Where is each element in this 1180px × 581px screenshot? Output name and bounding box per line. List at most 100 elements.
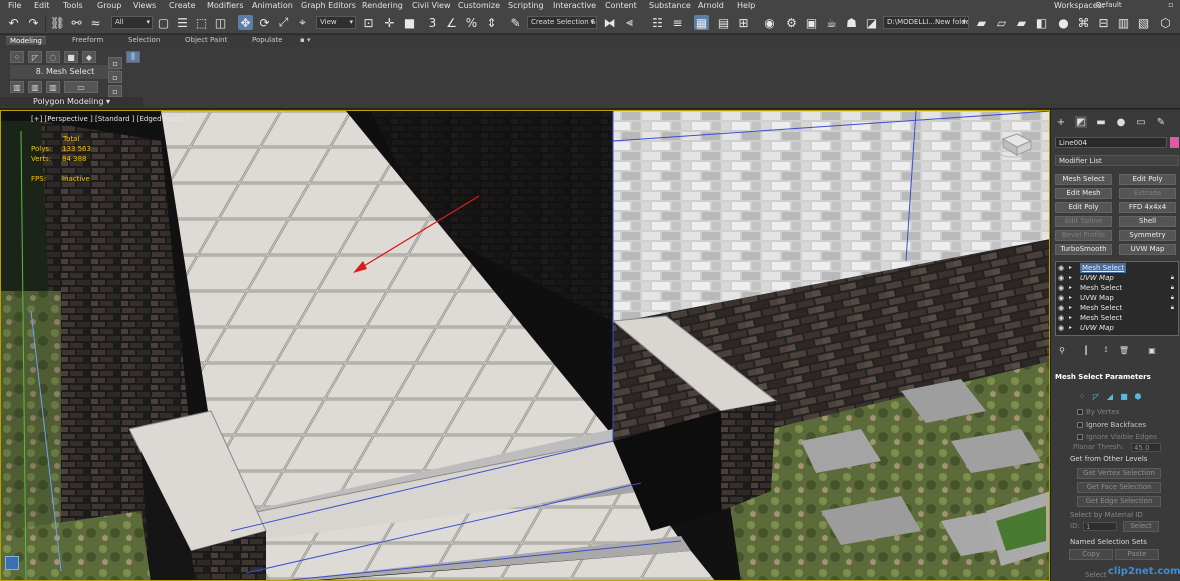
select-move-icon[interactable]: ✥ [238, 15, 253, 30]
tab-object-paint[interactable]: Object Paint [185, 36, 227, 44]
modifier-stack-label[interactable]: 8. Mesh Select [10, 65, 120, 79]
select-manipulate-icon[interactable]: ✛ [382, 15, 397, 30]
element-select-icon[interactable]: ⬢ [1133, 391, 1143, 401]
modifier-list-dropdown[interactable]: Modifier List [1055, 155, 1179, 166]
make-unique-icon[interactable]: ⟟ [1101, 345, 1111, 355]
mod-btn-edit-spline[interactable]: Edit Spline [1055, 216, 1112, 227]
ribbon-side-c-icon[interactable]: ▫ [108, 85, 122, 97]
render-setup-icon[interactable]: ⚙ [784, 15, 799, 30]
redo-icon[interactable]: ↷ [26, 15, 41, 30]
mod-btn-turbosmooth[interactable]: TurboSmooth [1055, 244, 1112, 255]
material-id-field[interactable]: 1 [1083, 522, 1117, 531]
element-mode-icon[interactable]: ◆ [82, 51, 96, 63]
eye-icon[interactable]: ◉ [1058, 283, 1064, 293]
expand-arrow-icon[interactable]: ▸ [1069, 263, 1072, 273]
select-scale-icon[interactable]: ⤢ [276, 15, 291, 30]
keyboard-shortcut-icon[interactable]: ■ [402, 15, 417, 30]
select-rotate-icon[interactable]: ⟳ [257, 15, 272, 30]
stack-item[interactable]: ◉ ▸ UVW Map [1056, 323, 1178, 333]
utilities-tab-icon[interactable]: ✎ [1155, 116, 1167, 128]
light-icon[interactable]: ● [1056, 15, 1071, 30]
ignore-backfaces-checkbox[interactable]: Ignore Backfaces [1077, 421, 1146, 429]
render-icon[interactable]: ☕ [824, 15, 839, 30]
expand-arrow-icon[interactable]: ▸ [1069, 323, 1072, 333]
menu-rendering[interactable]: Rendering [362, 1, 403, 10]
selection-set-dropdown[interactable]: Create Selection Se [527, 16, 597, 29]
perspective-viewport[interactable]: [+] [Perspective ] [Standard ] [Edged Fa… [0, 110, 1050, 581]
rollout-title[interactable]: Mesh Select Parameters [1055, 373, 1179, 383]
reference-coord-dropdown[interactable]: View [316, 16, 356, 29]
toolbar-icon-g[interactable]: ⬡ [1158, 15, 1173, 30]
expand-arrow-icon[interactable]: ▸ [1069, 303, 1072, 313]
mod-btn-mesh-select[interactable]: Mesh Select [1055, 174, 1112, 185]
selection-filter-dropdown[interactable]: All [111, 16, 153, 29]
mod-btn-bevel-profile[interactable]: Bevel Profile [1055, 230, 1112, 241]
mod-btn-edit-poly[interactable]: Edit Poly [1119, 174, 1176, 185]
angle-snap-icon[interactable]: ∠ [444, 15, 459, 30]
layer-explorer-icon[interactable]: ≡ [670, 15, 685, 30]
project-path-dropdown[interactable]: D:\MODELLI...New folder [883, 16, 969, 29]
menu-file[interactable]: File [8, 1, 21, 10]
get-vertex-selection-button[interactable]: Get Vertex Selection [1077, 468, 1161, 479]
spinner-snap-icon[interactable]: ⇕ [484, 15, 499, 30]
menu-civil-view[interactable]: Civil View [412, 1, 451, 10]
unlink-icon[interactable]: ⚯ [69, 15, 84, 30]
get-edge-selection-button[interactable]: Get Edge Selection [1077, 496, 1161, 507]
ribbon-side-b-icon[interactable]: ▫ [108, 71, 122, 83]
remove-modifier-icon[interactable]: 🗑︎ [1119, 345, 1129, 355]
configure-sets-icon[interactable]: ▣ [1147, 345, 1157, 355]
menu-create[interactable]: Create [169, 1, 196, 10]
ribbon-tool-d-icon[interactable]: ▭ [64, 81, 98, 93]
tab-modeling[interactable]: Modeling [6, 36, 46, 45]
menu-customize[interactable]: Customize [458, 1, 500, 10]
object-color-swatch[interactable] [1170, 137, 1179, 148]
ribbon-tool-a-icon[interactable]: ▥ [10, 81, 24, 93]
menu-tools[interactable]: Tools [63, 1, 83, 10]
stack-item[interactable]: ◉ ▸ Mesh Select [1056, 313, 1178, 323]
menu-help[interactable]: Help [737, 1, 755, 10]
expand-arrow-icon[interactable]: ▸ [1069, 313, 1072, 323]
menu-graph-editors[interactable]: Graph Editors [301, 1, 356, 10]
select-by-name-icon[interactable]: ☰ [175, 15, 190, 30]
object-name-field[interactable]: Line004 [1055, 137, 1167, 148]
stack-item[interactable]: ◉ ▸ Mesh Select 🔒︎ [1056, 283, 1178, 293]
script-icon[interactable]: ⌘ [1076, 15, 1091, 30]
mirror-icon[interactable]: ⧓ [602, 15, 617, 30]
menu-views[interactable]: Views [133, 1, 156, 10]
menu-scripting[interactable]: Scripting [508, 1, 544, 10]
snap-toggle-icon[interactable]: 3 [425, 15, 440, 30]
tab-freeform[interactable]: Freeform [72, 36, 103, 44]
toolbar-icon-e[interactable]: ▥ [1116, 15, 1131, 30]
render-iterative-icon[interactable]: ☗ [844, 15, 859, 30]
mod-btn-ffd[interactable]: FFD 4x4x4 [1119, 202, 1176, 213]
link-icon[interactable]: ⛓ [50, 15, 65, 30]
menu-substance[interactable]: Substance [649, 1, 691, 10]
close-icon[interactable]: ▫ [1166, 0, 1176, 11]
expand-arrow-icon[interactable]: ▸ [1069, 293, 1072, 303]
expand-arrow-icon[interactable]: ▸ [1069, 283, 1072, 293]
stack-item[interactable]: ◉ ▸ UVW Map 🔒︎ [1056, 293, 1178, 303]
mod-btn-shell[interactable]: Shell [1119, 216, 1176, 227]
ribbon-tool-b-icon[interactable]: ▥ [28, 81, 42, 93]
mod-btn-extrude[interactable]: Extrude [1119, 188, 1176, 199]
pivot-center-icon[interactable]: ⊡ [361, 15, 376, 30]
mod-btn-uvw-map[interactable]: UVW Map [1119, 244, 1176, 255]
rect-selection-icon[interactable]: ⬚ [194, 15, 209, 30]
edge-select-icon[interactable]: ◸ [1091, 391, 1101, 401]
polygon-select-icon[interactable]: ■ [1119, 391, 1129, 401]
graphite-toolbar-icon[interactable]: ▦ [694, 15, 709, 30]
menu-group[interactable]: Group [97, 1, 121, 10]
eye-icon[interactable]: ◉ [1058, 263, 1064, 273]
face-select-icon[interactable]: ◢ [1105, 391, 1115, 401]
menu-interactive[interactable]: Interactive [553, 1, 596, 10]
menu-content[interactable]: Content [605, 1, 637, 10]
paste-button[interactable]: Paste [1115, 549, 1159, 560]
mod-btn-edit-poly-2[interactable]: Edit Poly [1055, 202, 1112, 213]
polygon-modeling-label[interactable]: Polygon Modeling ▾ [0, 97, 143, 107]
eye-icon[interactable]: ◉ [1058, 313, 1064, 323]
menu-animation[interactable]: Animation [252, 1, 293, 10]
polygon-mode-icon[interactable]: ■ [64, 51, 78, 63]
material-editor-icon[interactable]: ◉ [762, 15, 777, 30]
copy-button[interactable]: Copy [1069, 549, 1113, 560]
modify-tab-icon[interactable]: ◩ [1075, 116, 1087, 128]
